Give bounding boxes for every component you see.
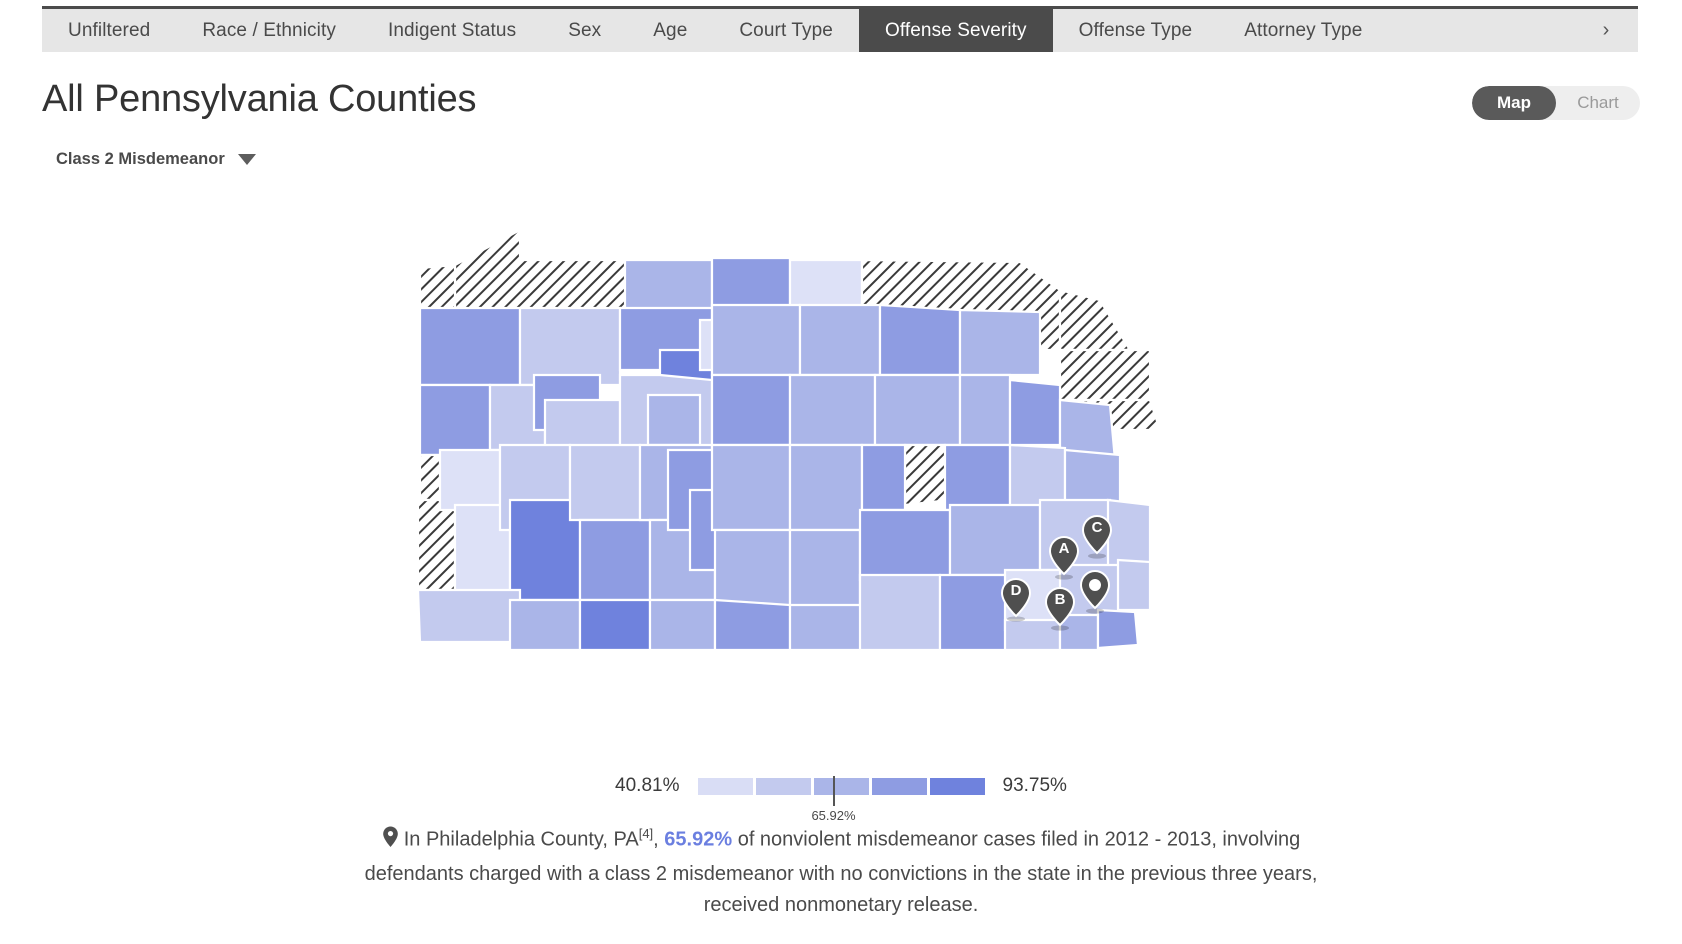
app-root: Unfiltered Race / Ethnicity Indigent Sta… (0, 0, 1682, 944)
map-marker-d[interactable]: D (1000, 577, 1032, 622)
tab-label: Age (653, 19, 688, 41)
map-marker-c[interactable]: C (1081, 514, 1113, 559)
chevron-down-icon (237, 154, 256, 165)
filter-tab-bar: Unfiltered Race / Ethnicity Indigent Sta… (42, 6, 1638, 52)
tab-sex[interactable]: Sex (542, 9, 627, 52)
legend-swatch-2[interactable] (755, 777, 811, 795)
map-pin-icon (1000, 577, 1032, 622)
tab-age[interactable]: Age (627, 9, 713, 52)
legend-value-marker (832, 775, 835, 806)
legend-swatch-4[interactable] (871, 777, 927, 795)
map-legend: 40.81% 65.92% 93.75% (0, 775, 1682, 823)
tab-label: Court Type (739, 19, 833, 41)
view-mode-toggle: Map Chart (1472, 86, 1640, 120)
choropleth-map: A B C D (0, 200, 1682, 680)
tab-offense-severity[interactable]: Offense Severity (858, 9, 1053, 52)
caption-footnote: [4] (638, 826, 654, 841)
chevron-right-icon[interactable]: › (1574, 9, 1638, 52)
map-caption: In Philadelphia County, PA[4], 65.92% of… (341, 818, 1341, 921)
tab-offense-type[interactable]: Offense Type (1053, 9, 1219, 52)
caption-highlight-value: 65.92% (664, 828, 733, 851)
legend-min-value: 40.81% (615, 775, 680, 796)
caption-prefix: In Philadelphia County, PA (403, 828, 639, 851)
legend-max-value: 93.75% (1002, 775, 1067, 796)
tab-indigent-status[interactable]: Indigent Status (362, 9, 542, 52)
map-pin-icon (382, 826, 399, 859)
tab-race-ethnicity[interactable]: Race / Ethnicity (176, 9, 362, 52)
toggle-map-button[interactable]: Map (1472, 86, 1556, 120)
map-marker-layer: A B C D (0, 200, 1682, 680)
map-marker-b[interactable]: B (1044, 586, 1076, 631)
tab-label: Race / Ethnicity (202, 19, 336, 41)
legend-color-scale: 65.92% (697, 775, 985, 823)
map-pin-icon (1081, 514, 1113, 559)
map-pin-icon (1048, 535, 1080, 580)
tab-court-type[interactable]: Court Type (713, 9, 859, 52)
dropdown-selected-label: Class 2 Misdemeanor (56, 150, 225, 168)
tab-label: Offense Type (1078, 19, 1193, 41)
legend-swatch-5[interactable] (929, 777, 985, 795)
tab-label: Attorney Type (1244, 19, 1363, 41)
tab-label: Offense Severity (884, 19, 1027, 41)
map-marker-a[interactable]: A (1048, 535, 1080, 580)
tab-attorney-type[interactable]: Attorney Type (1218, 9, 1388, 52)
toggle-chart-button[interactable]: Chart (1556, 86, 1640, 120)
tab-label: Indigent Status (387, 19, 517, 41)
map-marker-selected-philadelphia[interactable] (1079, 569, 1111, 614)
caption-comma: , (653, 828, 665, 851)
legend-swatch-1[interactable] (697, 777, 753, 795)
tab-unfiltered[interactable]: Unfiltered (42, 9, 176, 52)
legend-swatch-3[interactable] (813, 777, 869, 795)
map-pin-icon (1079, 569, 1111, 614)
map-pin-icon (1044, 586, 1076, 631)
tab-label: Sex (568, 19, 602, 41)
tab-label: Unfiltered (68, 19, 151, 41)
page-title: All Pennsylvania Counties (42, 78, 477, 120)
offense-severity-dropdown[interactable]: Class 2 Misdemeanor (56, 150, 256, 169)
